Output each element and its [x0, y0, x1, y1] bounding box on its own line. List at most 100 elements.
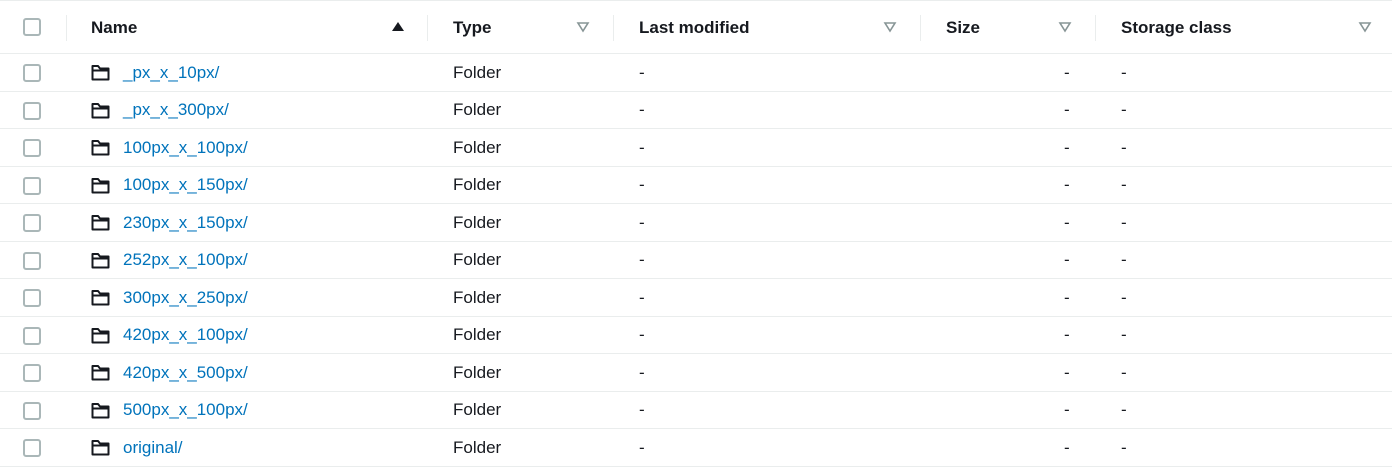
folder-name-link[interactable]: _px_x_300px/ [123, 100, 229, 120]
column-header-storage-class[interactable]: Storage class [1121, 1, 1232, 54]
table-row[interactable]: _px_x_300px/Folder - - - [0, 92, 1392, 129]
row-checkbox[interactable] [23, 251, 41, 270]
folder-icon [91, 402, 110, 418]
table-row[interactable]: 420px_x_100px/Folder - - - [0, 317, 1392, 354]
folder-name-link[interactable]: _px_x_10px/ [123, 63, 219, 83]
row-checkbox[interactable] [23, 289, 41, 307]
table-row[interactable]: _px_x_10px/Folder - - - [0, 54, 1392, 92]
row-checkbox[interactable] [23, 439, 41, 457]
storage-class-cell: - [1121, 62, 1127, 82]
last-modified-cell: - [639, 437, 645, 457]
column-header-type-label: Type [453, 17, 492, 37]
row-checkbox[interactable] [23, 176, 41, 195]
storage-class-cell: - [1121, 400, 1127, 419]
last-modified-cell: - [639, 287, 645, 307]
type-cell: Folder [453, 62, 502, 82]
folder-name-link[interactable]: 420px_x_100px/ [123, 325, 248, 345]
size-cell: - [1064, 250, 1070, 269]
table-row[interactable]: 252px_x_100px/Folder - - - [0, 242, 1392, 279]
column-divider [66, 15, 67, 41]
storage-class-cell: - [1121, 437, 1127, 457]
storage-class-cell: - [1121, 287, 1127, 307]
storage-class-cell: - [1121, 362, 1127, 382]
folder-icon [91, 215, 110, 231]
column-divider [427, 15, 428, 41]
type-cell: Folder [453, 250, 502, 269]
size-cell: - [1064, 212, 1070, 232]
row-checkbox[interactable] [23, 101, 41, 120]
sort-icon[interactable] [883, 20, 897, 34]
folder-name-link[interactable]: original/ [123, 438, 183, 458]
sort-icon[interactable] [1058, 20, 1072, 34]
column-header-type[interactable]: Type [453, 1, 491, 54]
column-header-size-label: Size [946, 17, 981, 37]
row-checkbox[interactable] [23, 401, 41, 420]
select-all-checkbox[interactable] [23, 18, 41, 36]
row-checkbox[interactable] [23, 364, 41, 382]
folder-icon [91, 252, 110, 268]
table-row[interactable]: 500px_x_100px/Folder - - - [0, 392, 1392, 429]
size-cell: - [1064, 437, 1070, 457]
folder-icon [91, 102, 110, 118]
storage-class-cell: - [1121, 250, 1127, 269]
folder-icon [91, 290, 110, 306]
folder-icon [91, 327, 110, 343]
table-row[interactable]: original/Folder - - - [0, 429, 1392, 467]
objects-table: Name Type Last modified Size Storage cla… [0, 0, 1392, 467]
table-row[interactable]: 100px_x_150px/Folder - - - [0, 167, 1392, 204]
table-header: Name Type Last modified Size Storage cla… [0, 0, 1392, 54]
table-row[interactable]: 100px_x_100px/Folder - - - [0, 129, 1392, 167]
last-modified-cell: - [639, 400, 645, 419]
folder-name-link[interactable]: 252px_x_100px/ [123, 250, 248, 270]
folder-icon [91, 365, 110, 381]
type-cell: Folder [453, 400, 502, 419]
table-row[interactable]: 300px_x_250px/Folder - - - [0, 279, 1392, 317]
column-divider [1095, 15, 1096, 41]
sort-ascending-icon[interactable] [391, 20, 405, 34]
size-cell: - [1064, 62, 1070, 82]
column-header-name[interactable]: Name [91, 1, 137, 54]
folder-name-link[interactable]: 500px_x_100px/ [123, 400, 248, 420]
folder-name-link[interactable]: 300px_x_250px/ [123, 288, 248, 308]
sort-icon[interactable] [576, 20, 590, 34]
column-divider [613, 15, 614, 41]
sort-icon[interactable] [1358, 20, 1372, 34]
row-checkbox[interactable] [23, 64, 41, 82]
last-modified-cell: - [639, 175, 645, 194]
folder-name-link[interactable]: 420px_x_500px/ [123, 363, 248, 383]
folder-name-link[interactable]: 230px_x_150px/ [123, 213, 248, 233]
size-cell: - [1064, 362, 1070, 382]
folder-icon [91, 177, 110, 193]
storage-class-cell: - [1121, 212, 1127, 232]
last-modified-cell: - [639, 325, 645, 344]
type-cell: Folder [453, 362, 502, 382]
table-row[interactable]: 420px_x_500px/Folder - - - [0, 354, 1392, 392]
type-cell: Folder [453, 100, 502, 119]
folder-name-link[interactable]: 100px_x_100px/ [123, 138, 248, 158]
last-modified-cell: - [639, 250, 645, 269]
row-checkbox[interactable] [23, 326, 41, 345]
row-checkbox[interactable] [23, 214, 41, 232]
column-header-name-label: Name [91, 17, 138, 37]
column-divider [920, 15, 921, 41]
column-header-size[interactable]: Size [946, 1, 980, 54]
row-checkbox[interactable] [23, 139, 41, 157]
size-cell: - [1064, 325, 1070, 344]
column-header-last-modified[interactable]: Last modified [639, 1, 750, 54]
type-cell: Folder [453, 325, 502, 344]
column-header-last-modified-label: Last modified [639, 17, 750, 37]
last-modified-cell: - [639, 100, 645, 119]
last-modified-cell: - [639, 62, 645, 82]
storage-class-cell: - [1121, 137, 1127, 157]
type-cell: Folder [453, 137, 502, 157]
storage-class-cell: - [1121, 175, 1127, 194]
table-body: _px_x_10px/Folder - - - _px_x_300px/Folder - -… [0, 54, 1392, 467]
folder-icon [91, 440, 110, 456]
size-cell: - [1064, 100, 1070, 119]
table-row[interactable]: 230px_x_150px/Folder - - - [0, 204, 1392, 242]
size-cell: - [1064, 137, 1070, 157]
type-cell: Folder [453, 175, 502, 194]
folder-name-link[interactable]: 100px_x_150px/ [123, 175, 248, 195]
size-cell: - [1064, 287, 1070, 307]
size-cell: - [1064, 175, 1070, 194]
